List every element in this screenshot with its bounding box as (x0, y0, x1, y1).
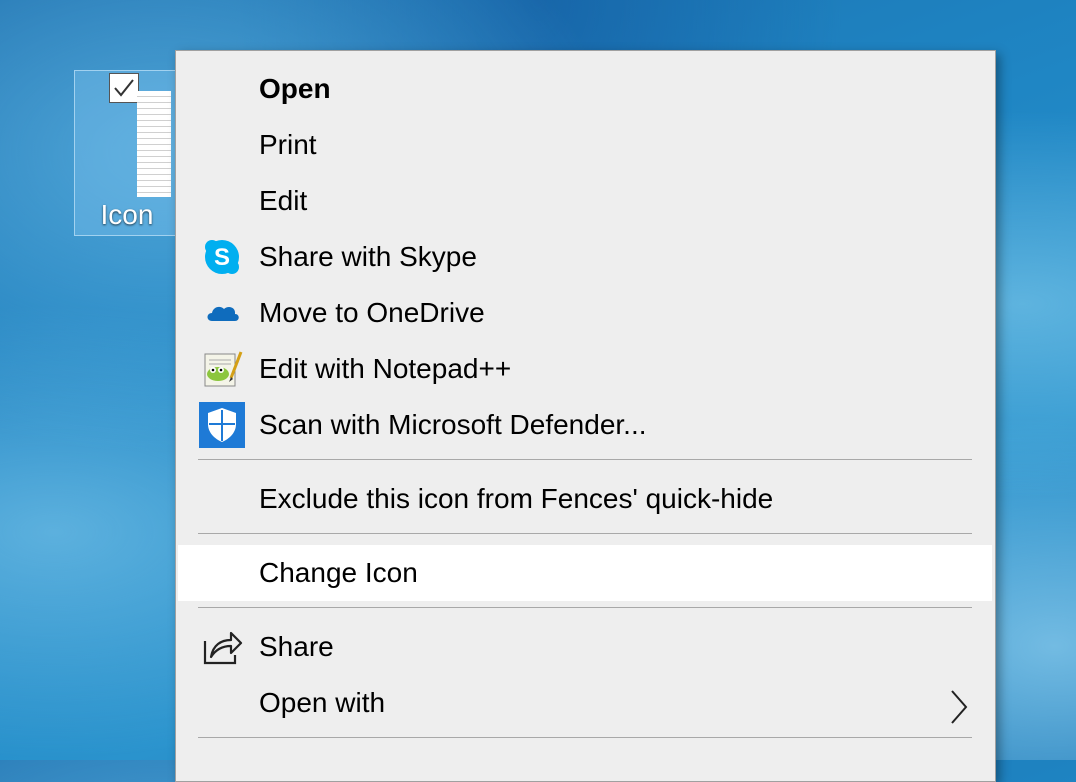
desktop-icon-label: Icon (100, 199, 154, 230)
menu-separator (198, 737, 972, 738)
menu-item-label: Exclude this icon from Fences' quick-hid… (259, 483, 774, 514)
menu-item-label: Print (259, 129, 317, 160)
menu-item-label: Edit with Notepad++ (259, 353, 512, 384)
menu-separator (198, 533, 972, 534)
menu-item-label: Share with Skype (259, 241, 477, 272)
onedrive-icon (199, 290, 245, 336)
desktop-file-icon[interactable]: Icon (74, 70, 178, 236)
menu-item-edit-notepadpp[interactable]: Edit with Notepad++ (176, 341, 992, 397)
menu-item-label: Move to OneDrive (259, 297, 485, 328)
svg-text:S: S (214, 244, 230, 271)
menu-separator (198, 607, 972, 608)
share-icon (199, 624, 245, 670)
menu-item-label: Change Icon (259, 557, 418, 588)
chevron-right-icon (951, 690, 968, 724)
context-menu: Open Print Edit S Share with Skype Move … (175, 50, 996, 782)
menu-item-open[interactable]: Open (176, 61, 992, 117)
menu-item-move-onedrive[interactable]: Move to OneDrive (176, 285, 992, 341)
menu-item-scan-defender[interactable]: Scan with Microsoft Defender... (176, 397, 992, 453)
menu-item-print[interactable]: Print (176, 117, 992, 173)
menu-item-edit[interactable]: Edit (176, 173, 992, 229)
notepadpp-icon (199, 346, 245, 392)
menu-item-change-icon[interactable]: Change Icon (178, 545, 992, 601)
menu-separator (198, 459, 972, 460)
menu-item-label: Scan with Microsoft Defender... (259, 409, 647, 440)
menu-item-label: Open with (259, 687, 386, 718)
menu-item-label: Open (259, 73, 331, 104)
menu-item-share-skype[interactable]: S Share with Skype (176, 229, 992, 285)
document-icon (129, 85, 177, 197)
skype-icon: S (199, 234, 245, 280)
menu-item-label: Edit (259, 185, 308, 216)
menu-item-open-with[interactable]: Open with (176, 675, 992, 731)
menu-item-exclude-fences[interactable]: Exclude this icon from Fences' quick-hid… (176, 471, 992, 527)
defender-shield-icon (199, 402, 245, 448)
menu-item-share[interactable]: Share (176, 619, 992, 675)
menu-item-label: Share (259, 631, 334, 662)
